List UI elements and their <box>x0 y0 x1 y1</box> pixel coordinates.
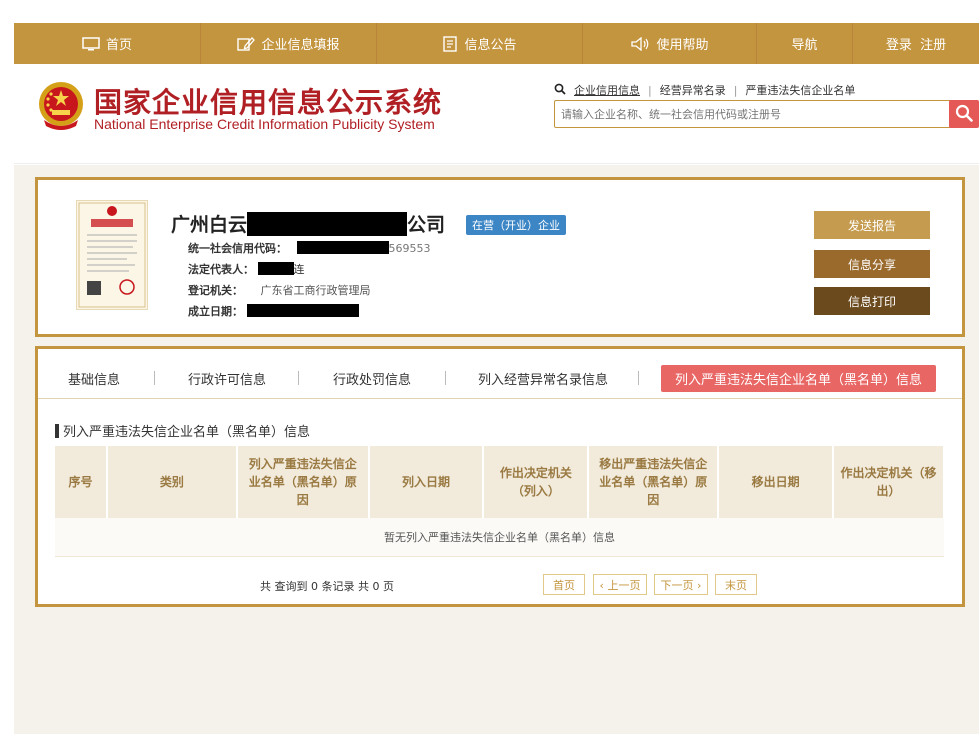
nav-enterprise-report[interactable]: 企业信息填报 <box>201 23 377 64</box>
authority-label: 登记机关： <box>188 284 243 297</box>
pager-last-button[interactable]: 末页 <box>715 574 757 595</box>
site-title-cn: 国家企业信用信息公示系统 <box>94 86 443 119</box>
established-label: 成立日期： <box>188 305 243 318</box>
legal-rep-tail: 连 <box>293 263 305 276</box>
tab-blacklist[interactable]: 列入严重违法失信企业名单（黑名单）信息 <box>661 365 937 392</box>
nav-navigation[interactable]: 导航 <box>757 23 853 64</box>
search-icon <box>955 104 973 125</box>
company-name-suffix: 公司 <box>407 214 446 236</box>
col-removal-reason: 移出严重违法失信企业名单（黑名单）原因 <box>588 446 720 518</box>
nav-home-label: 首页 <box>105 38 132 53</box>
status-badge: 在营（开业）企业 <box>466 215 566 235</box>
tab-basic-info[interactable]: 基础信息 <box>68 369 120 388</box>
share-info-button[interactable]: 信息分享 <box>814 250 930 278</box>
col-listing-authority: 作出决定机关（列入） <box>483 446 590 518</box>
nav-help[interactable]: 使用帮助 <box>583 23 757 64</box>
site-header: 国家企业信用信息公示系统 National Enterprise Credit … <box>14 64 979 164</box>
info-panel: 基础信息 行政许可信息 行政处罚信息 列入经营异常名录信息 列入严重违法失信企业… <box>35 346 965 607</box>
national-emblem-icon <box>36 80 86 132</box>
search-type-links: 企业信用信息 | 经营异常名录 | 严重违法失信企业名单 <box>554 82 863 98</box>
redacted-block <box>246 304 359 317</box>
record-count: 共 查询到 0 条记录 共 0 页 <box>260 580 394 593</box>
tab-separator <box>445 371 446 385</box>
col-index: 序号 <box>55 446 108 518</box>
col-removal-authority: 作出决定机关（移出） <box>833 446 945 518</box>
nav-navigation-label: 导航 <box>791 38 818 53</box>
section-marker <box>55 423 59 438</box>
company-name-prefix: 广州白云 <box>171 214 248 236</box>
nav-help-label: 使用帮助 <box>656 38 709 53</box>
company-card: 广州白云 公司 在营（开业）企业 统一社会信用代码： 569553 法定代表人： … <box>35 177 965 337</box>
col-listing-date: 列入日期 <box>368 446 485 518</box>
search-button[interactable] <box>949 100 979 128</box>
redacted-block <box>247 212 408 236</box>
tab-admin-license[interactable]: 行政许可信息 <box>188 369 266 388</box>
search-small-icon <box>554 83 566 98</box>
info-tabs: 基础信息 行政许可信息 行政处罚信息 列入经营异常名录信息 列入严重违法失信企业… <box>38 349 962 399</box>
send-report-button[interactable]: 发送报告 <box>814 211 930 239</box>
search-box <box>554 100 966 128</box>
legal-rep-row: 法定代表人： 连 <box>188 261 305 277</box>
tab-abnormal-list[interactable]: 列入经营异常名录信息 <box>478 369 608 388</box>
search-link-blacklist[interactable]: 严重违法失信企业名单 <box>737 82 863 98</box>
pager-prev-button[interactable]: ‹ 上一页 <box>593 574 647 595</box>
nav-announcements-label: 信息公告 <box>464 38 517 53</box>
col-listing-reason: 列入严重违法失信企业名单（黑名单）原因 <box>236 446 370 518</box>
print-info-button[interactable]: 信息打印 <box>814 287 930 315</box>
col-removal-date: 移出日期 <box>718 446 835 518</box>
nav-enterprise-report-label: 企业信息填报 <box>261 38 340 53</box>
edit-icon <box>237 36 256 52</box>
nav-login-register[interactable]: 登录 注册 <box>853 23 979 64</box>
established-row: 成立日期： <box>188 303 359 319</box>
redacted-block <box>257 262 294 275</box>
blacklist-table: 序号 类别 列入严重违法失信企业名单（黑名单）原因 列入日期 作出决定机关（列入… <box>55 446 945 557</box>
tab-separator <box>154 371 155 385</box>
credit-code-tail: 569553 <box>388 242 431 255</box>
top-nav: 首页 企业信息填报 信息公告 使用帮助 导航 登录 注册 <box>14 23 979 64</box>
redacted-block <box>296 241 389 254</box>
credit-code-row: 统一社会信用代码： 569553 <box>188 240 431 256</box>
tab-separator <box>298 371 299 385</box>
tab-separator <box>638 371 639 385</box>
business-license-thumbnail[interactable] <box>76 200 148 310</box>
search-link-abnormal-list[interactable]: 经营异常名录 <box>652 82 734 98</box>
document-icon <box>442 35 458 52</box>
legal-rep-label: 法定代表人： <box>188 263 254 276</box>
search-link-credit-info[interactable]: 企业信用信息 <box>566 82 648 98</box>
col-category: 类别 <box>106 446 238 518</box>
site-title-en: National Enterprise Credit Information P… <box>94 116 435 132</box>
credit-code-label: 统一社会信用代码： <box>188 242 287 255</box>
nav-announcements[interactable]: 信息公告 <box>377 23 583 64</box>
tab-admin-penalty[interactable]: 行政处罚信息 <box>333 369 411 388</box>
pager-first-button[interactable]: 首页 <box>543 574 585 595</box>
pager-next-button[interactable]: 下一页 › <box>654 574 708 595</box>
company-name: 广州白云 公司 <box>171 210 445 237</box>
authority-value: 广东省工商行政管理局 <box>260 284 371 297</box>
section-title-text: 列入严重违法失信企业名单（黑名单）信息 <box>63 425 311 440</box>
nav-home[interactable]: 首页 <box>14 23 201 64</box>
section-title: 列入严重违法失信企业名单（黑名单）信息 <box>55 421 310 440</box>
table-row: 暂无列入严重违法失信企业名单（黑名单）信息 <box>55 518 944 557</box>
speaker-icon <box>630 36 650 51</box>
nav-login-register-label: 登录 注册 <box>885 38 947 53</box>
table-header-row: 序号 类别 列入严重违法失信企业名单（黑名单）原因 列入日期 作出决定机关（列入… <box>55 446 945 518</box>
monitor-icon <box>82 36 100 51</box>
empty-table-message: 暂无列入严重违法失信企业名单（黑名单）信息 <box>55 518 944 557</box>
authority-row: 登记机关： 广东省工商行政管理局 <box>188 282 371 298</box>
search-input[interactable] <box>555 101 965 127</box>
